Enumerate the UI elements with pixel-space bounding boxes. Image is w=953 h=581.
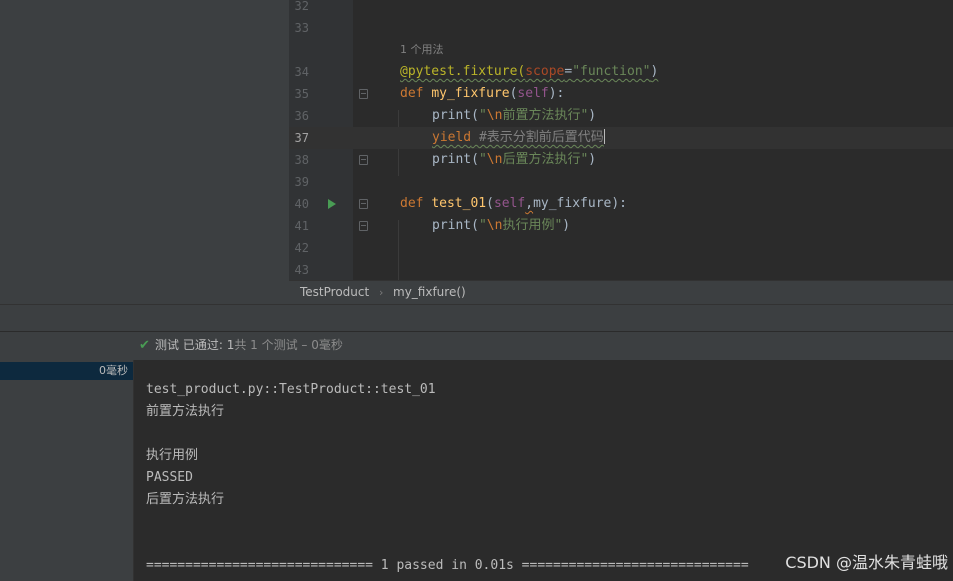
code-line-34: 34 @pytest.fixture(scope="function")	[289, 61, 953, 83]
check-icon: ✔	[139, 338, 150, 353]
test-tree-row-selected[interactable]: 0毫秒	[0, 362, 133, 380]
console-line: test_product.py::TestProduct::test_01	[146, 382, 436, 397]
usage-hint[interactable]: 1 个用法	[400, 39, 444, 61]
usage-hint-line: 1 个用法	[289, 39, 953, 61]
run-test-icon[interactable]	[328, 199, 336, 209]
code-text: print("\n前置方法执行")	[432, 108, 597, 123]
line-number: 38	[294, 153, 309, 167]
code-text: print("\n后置方法执行")	[432, 152, 597, 167]
code-line-38: 38 print("\n后置方法执行")	[289, 149, 953, 171]
test-status-bar: ✔ 测试 已通过: 1共 1 个测试 – 0毫秒	[0, 331, 953, 360]
breadcrumb-class[interactable]: TestProduct	[300, 281, 369, 304]
console-line: PASSED	[146, 470, 193, 485]
code-text: def my_fixfure(self):	[400, 86, 565, 101]
code-text: yield #表示分割前后置代码	[432, 129, 605, 145]
code-line-35: 35 def my_fixfure(self):	[289, 83, 953, 105]
line-number: 36	[294, 109, 309, 123]
code-line-42: 42	[289, 237, 953, 259]
code-line-37-current: 37 yield #表示分割前后置代码	[289, 127, 953, 149]
code-line-39: 39	[289, 171, 953, 193]
code-editor[interactable]: 32 33 1 个用法 34 @pytest.fixture(scope="fu…	[289, 0, 953, 280]
console-line: 后置方法执行	[146, 492, 225, 507]
run-tool-window-header	[0, 304, 953, 331]
breadcrumb-separator-icon: ›	[379, 286, 384, 299]
line-number: 42	[294, 241, 309, 255]
code-line-32: 32	[289, 0, 953, 17]
line-number: 43	[294, 263, 309, 277]
watermark: CSDN @温水朱青蛙哦	[785, 553, 948, 572]
line-number: 33	[294, 21, 309, 35]
code-line-43: 43	[289, 259, 953, 280]
code-line-40: 40 def test_01(self,my_fixfure):	[289, 193, 953, 215]
fold-icon[interactable]	[359, 199, 368, 209]
line-number: 35	[294, 87, 309, 101]
line-number: 41	[294, 219, 309, 233]
test-results-tree: 0毫秒	[0, 360, 133, 581]
fold-icon[interactable]	[359, 155, 368, 165]
line-number: 37	[294, 131, 309, 145]
text-caret	[603, 129, 605, 144]
breadcrumb: TestProduct › my_fixfure()	[289, 280, 953, 304]
line-number: 34	[294, 65, 309, 79]
test-duration: 0毫秒	[99, 364, 128, 377]
line-number: 39	[294, 175, 309, 189]
line-number: 32	[294, 0, 309, 13]
console-line: 执行用例	[146, 448, 199, 463]
project-panel	[0, 0, 289, 304]
code-line-33: 33	[289, 17, 953, 39]
fold-icon[interactable]	[359, 221, 368, 231]
code-line-36: 36 print("\n前置方法执行")	[289, 105, 953, 127]
code-text: @pytest.fixture(scope="function")	[400, 64, 659, 79]
fold-icon[interactable]	[359, 89, 368, 99]
code-line-41: 41 print("\n执行用例")	[289, 215, 953, 237]
breadcrumb-method[interactable]: my_fixfure()	[393, 281, 466, 304]
console-line: ============================= 1 passed i…	[146, 558, 749, 573]
code-text: def test_01(self,my_fixfure):	[400, 196, 628, 211]
line-number: 40	[294, 197, 309, 211]
console-output[interactable]: test_product.py::TestProduct::test_01 前置…	[133, 360, 953, 581]
code-text: print("\n执行用例")	[432, 218, 571, 233]
test-status-text: 测试 已通过: 1共 1 个测试 – 0毫秒	[155, 338, 343, 352]
console-line: 前置方法执行	[146, 404, 225, 419]
